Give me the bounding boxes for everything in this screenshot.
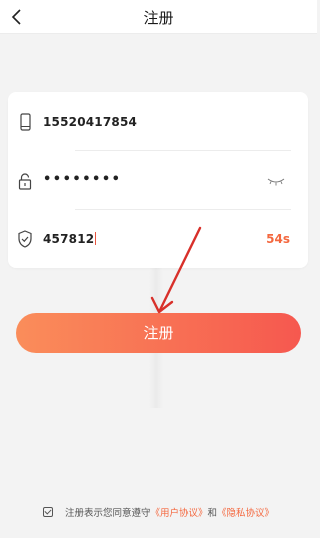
phone-value: 15520417854 <box>43 115 138 129</box>
verification-code-value: 457812 <box>43 232 97 246</box>
lock-icon <box>18 173 32 190</box>
shield-check-icon <box>18 230 32 248</box>
password-field[interactable]: •••••••• <box>8 152 308 210</box>
text-cursor <box>95 232 97 245</box>
page-title: 注册 <box>143 9 174 27</box>
phone-field[interactable]: 15520417854 <box>8 93 308 151</box>
eye-closed-icon[interactable] <box>266 176 286 186</box>
privacy-policy-link[interactable]: 《隐私协议》 <box>217 505 274 519</box>
register-form: 15520417854 •••••••• 457812 54s <box>8 92 308 268</box>
user-agreement-link[interactable]: 《用户协议》 <box>150 505 207 519</box>
password-value: •••••••• <box>43 172 122 187</box>
verification-code-field[interactable]: 457812 54s <box>8 210 308 268</box>
top-bar: 注册 <box>0 0 317 34</box>
agreement-text: 注册表示您同意遵守 <box>64 508 151 519</box>
resend-countdown: 54s <box>266 232 290 246</box>
divider <box>75 150 291 151</box>
register-page: 注册 15520417854 •••••••• 457812 54s 注册 注册… <box>0 0 317 538</box>
agreement-checkbox[interactable] <box>42 507 53 517</box>
agreement-bar: 注册表示您同意遵守 《用户协议》 和 《隐私协议》 <box>0 505 317 519</box>
agreement-and: 和 <box>207 508 218 519</box>
phone-icon <box>20 113 31 131</box>
register-button[interactable]: 注册 <box>16 313 301 353</box>
